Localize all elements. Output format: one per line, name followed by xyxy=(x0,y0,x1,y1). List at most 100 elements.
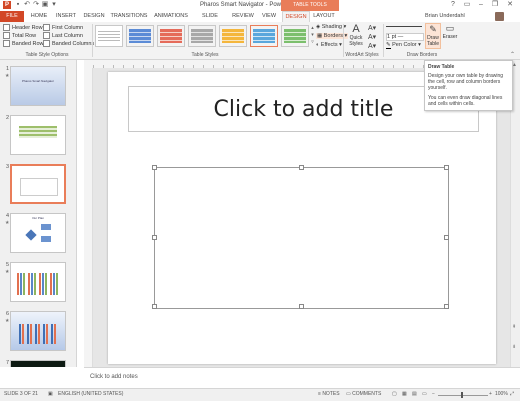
pen-weight-dropdown[interactable]: 1 pt — xyxy=(386,33,424,41)
help-icon[interactable]: ? xyxy=(446,0,460,10)
slide-sorter-icon[interactable]: ▦ xyxy=(402,391,407,397)
slide-show-icon[interactable]: ▭ xyxy=(422,391,427,397)
option-banded-rows[interactable]: Banded Rows xyxy=(3,40,46,48)
tooltip-description: Design your own table by drawing the cel… xyxy=(428,73,504,91)
borders-icon: ▦ xyxy=(317,33,323,39)
minimize-icon[interactable]: – xyxy=(474,0,488,10)
tab-table-layout[interactable]: LAYOUT xyxy=(311,11,337,22)
tab-file[interactable]: FILE xyxy=(0,11,24,22)
zoom-slider-thumb[interactable] xyxy=(461,392,463,398)
shading-icon: ◈ xyxy=(316,24,321,30)
group-label-draw-borders: Draw Borders xyxy=(406,52,438,58)
option-total-row[interactable]: Total Row xyxy=(3,32,46,40)
ribbon-display-icon[interactable]: ▭ xyxy=(460,0,474,10)
tab-slide-show[interactable]: SLIDE SHOW xyxy=(193,11,227,30)
table-style-red[interactable] xyxy=(157,25,185,47)
table-style-gray[interactable] xyxy=(188,25,216,47)
table-style-gold[interactable] xyxy=(219,25,247,47)
gallery-scroll[interactable]: ▴ ▾ ▿ xyxy=(310,25,315,47)
quick-styles-button[interactable]: A Quick Styles xyxy=(346,23,366,49)
close-icon[interactable]: ✕ xyxy=(503,0,517,10)
fit-slide-icon[interactable]: ⤢ xyxy=(510,391,514,397)
thumb-title: Pharos Smart Navigator xyxy=(21,79,54,83)
tooltip-title: Draw Table xyxy=(428,64,455,70)
slide-thumbnail-2[interactable] xyxy=(10,115,66,155)
zoom-out-icon[interactable]: − xyxy=(432,391,435,397)
group-label-wordart: WordArt Styles xyxy=(345,52,379,58)
option-header-row[interactable]: Header Row xyxy=(3,24,46,32)
tab-design[interactable]: DESIGN xyxy=(82,11,106,22)
title-bar: P ▪ ↶ ↷ ▣ ▾ Pharos Smart Navigator - Pow… xyxy=(0,0,520,11)
restore-icon[interactable]: ❐ xyxy=(488,0,502,10)
undo-icon[interactable]: ↶ xyxy=(23,1,31,9)
text-fill-icon[interactable]: A▾ xyxy=(368,24,376,32)
reading-view-icon[interactable]: ▤ xyxy=(412,391,417,397)
resize-handle[interactable] xyxy=(444,304,449,309)
slide-thumbnail-7[interactable] xyxy=(10,360,66,367)
resize-handle[interactable] xyxy=(152,235,157,240)
tab-insert[interactable]: INSERT xyxy=(53,11,79,22)
table-style-green[interactable] xyxy=(281,25,309,47)
previous-slide-icon[interactable]: ⇞ xyxy=(512,324,516,330)
normal-view-icon[interactable]: ▢ xyxy=(392,391,397,397)
customize-icon[interactable]: ▾ xyxy=(50,1,58,9)
resize-handle[interactable] xyxy=(299,165,304,170)
redo-icon[interactable]: ↷ xyxy=(32,1,40,9)
zoom-in-icon[interactable]: + xyxy=(489,391,492,397)
pen-color-button[interactable]: ✎ Pen Color ▾ xyxy=(386,42,421,49)
effects-button[interactable]: ◐ Effects ▾ xyxy=(316,42,342,48)
pen-weight-value: 1 pt xyxy=(387,34,397,40)
slide-thumbnail-6[interactable] xyxy=(10,311,66,351)
tab-home[interactable]: HOME xyxy=(28,11,50,22)
notes-placeholder[interactable]: Click to add notes xyxy=(90,374,138,380)
resize-handle[interactable] xyxy=(299,304,304,309)
pen-color-label: Pen Color xyxy=(392,42,417,48)
save-icon[interactable]: ▪ xyxy=(14,1,22,9)
text-effects-icon[interactable]: A▾ xyxy=(368,42,376,50)
language-indicator[interactable]: ENGLISH (UNITED STATES) xyxy=(58,391,123,397)
next-slide-icon[interactable]: ⇟ xyxy=(512,344,516,350)
text-outline-icon[interactable]: A▾ xyxy=(368,33,376,41)
resize-handle[interactable] xyxy=(444,235,449,240)
resize-handle[interactable] xyxy=(152,304,157,309)
resize-handle[interactable] xyxy=(152,165,157,170)
shading-button[interactable]: ◈ Shading ▾ xyxy=(316,24,346,30)
table-frame[interactable] xyxy=(152,165,449,309)
slide-thumbnail-1[interactable]: Pharos Smart Navigator xyxy=(10,66,66,106)
checkbox-icon xyxy=(3,32,10,40)
zoom-slider[interactable] xyxy=(438,395,488,396)
slide-thumbnail-3[interactable] xyxy=(10,164,66,204)
pen-style-dropdown[interactable] xyxy=(386,26,422,30)
zoom-level[interactable]: 100% xyxy=(495,391,508,397)
slide-thumbnail-4[interactable]: Our Plan xyxy=(10,213,66,253)
tab-transitions[interactable]: TRANSITIONS xyxy=(109,11,149,22)
draw-table-button[interactable]: ✎ Draw Table xyxy=(425,23,441,49)
option-label: Banded Columns xyxy=(52,41,95,47)
vertical-ruler[interactable] xyxy=(84,68,93,367)
spellcheck-icon[interactable]: ▣ xyxy=(48,391,53,397)
table-style-blue[interactable] xyxy=(126,25,154,47)
tab-animations[interactable]: ANIMATIONS xyxy=(152,11,190,22)
option-last-column[interactable]: Last Column xyxy=(43,32,94,40)
effects-icon: ◐ xyxy=(316,42,320,48)
notes-pane[interactable]: Click to add notes xyxy=(84,367,520,389)
transition-icon: ★ xyxy=(5,269,10,275)
tab-review[interactable]: REVIEW xyxy=(230,11,256,22)
comments-toggle[interactable]: ▭ COMMENTS xyxy=(346,391,381,397)
user-name[interactable]: Brian Underdahl xyxy=(425,13,465,19)
notes-toggle[interactable]: ≡ NOTES xyxy=(318,391,340,397)
collapse-ribbon-icon[interactable]: ⌃ xyxy=(510,51,515,58)
eraser-button[interactable]: ▭ Eraser xyxy=(442,23,458,49)
resize-handle[interactable] xyxy=(444,165,449,170)
avatar[interactable] xyxy=(495,12,504,21)
tab-view[interactable]: VIEW xyxy=(259,11,279,22)
option-first-column[interactable]: First Column xyxy=(43,24,94,32)
slide-thumbnail-5[interactable] xyxy=(10,262,66,302)
checkbox-icon xyxy=(3,40,10,48)
table-style-plain[interactable] xyxy=(95,25,123,47)
present-icon[interactable]: ▣ xyxy=(41,1,49,9)
option-banded-columns[interactable]: Banded Columns xyxy=(43,40,94,48)
checkbox-icon xyxy=(43,40,50,48)
table-style-lightblue[interactable] xyxy=(250,25,278,47)
slide-canvas[interactable]: Click to add title xyxy=(108,72,496,364)
